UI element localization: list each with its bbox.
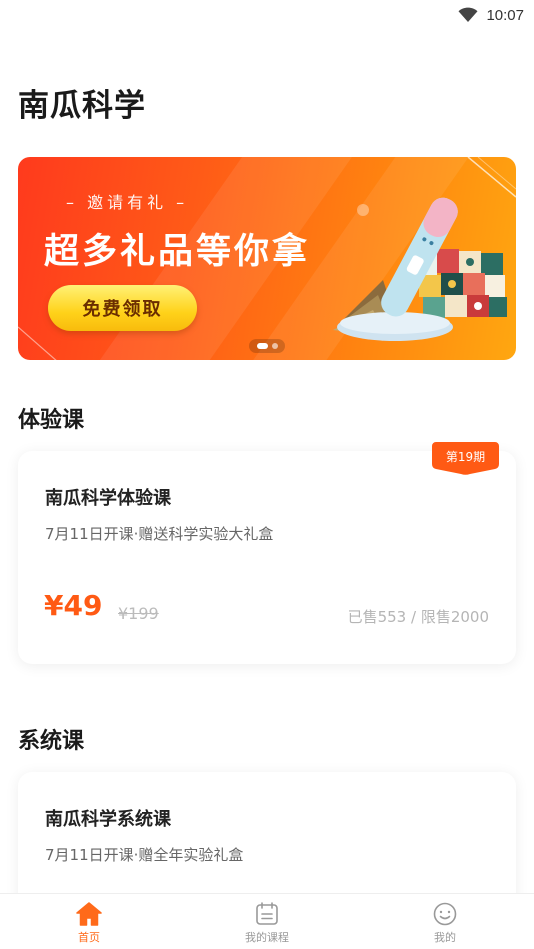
trial-course-card[interactable]: 第19期 南瓜科学体验课 7月11日开课·赠送科学实验大礼盒 ¥49 ¥199 …: [18, 442, 516, 664]
status-time: 10:07: [486, 6, 524, 24]
carousel-dot-2[interactable]: [271, 343, 278, 349]
banner-subtitle: – 邀请有礼 –: [66, 193, 189, 212]
carousel-indicator[interactable]: [249, 339, 285, 353]
free-claim-button[interactable]: 免费领取: [48, 285, 197, 331]
tab-home-label: 首页: [78, 931, 100, 944]
system-course-name: 南瓜科学系统课: [45, 809, 171, 830]
trial-course-sales: 已售553 / 限售2000: [347, 608, 489, 626]
period-badge: 第19期: [432, 442, 499, 476]
calendar-icon: [256, 902, 278, 925]
bottom-tab-bar: 首页 我的课程 我的: [0, 893, 534, 949]
tab-home[interactable]: 首页: [0, 894, 178, 949]
banner-title: 超多礼品等你拿: [44, 232, 311, 272]
promo-banner[interactable]: – 邀请有礼 – 超多礼品等你拿 免费领取: [18, 157, 516, 360]
gift-illustration: [333, 197, 507, 341]
smile-icon: [433, 902, 457, 926]
trial-section-title: 体验课: [18, 408, 85, 433]
wifi-icon: [458, 7, 478, 22]
trial-course-description: 7月11日开课·赠送科学实验大礼盒: [45, 525, 274, 543]
tab-my-courses-label: 我的课程: [245, 931, 289, 944]
trial-course-original-price: ¥199: [118, 604, 159, 623]
trial-course-price: ¥49: [44, 589, 103, 622]
period-badge-label: 第19期: [445, 450, 486, 464]
home-icon: [76, 902, 102, 926]
page-title: 南瓜科学: [18, 88, 146, 124]
system-section-title: 系统课: [18, 729, 85, 754]
system-course-description: 7月11日开课·赠全年实验礼盒: [45, 846, 244, 864]
tab-my-courses[interactable]: 我的课程: [178, 894, 356, 949]
tab-me-label: 我的: [434, 931, 456, 944]
status-bar: 10:07: [0, 0, 534, 30]
tab-me[interactable]: 我的: [356, 894, 534, 949]
carousel-dot-1[interactable]: [256, 343, 268, 349]
trial-course-name: 南瓜科学体验课: [45, 488, 171, 509]
